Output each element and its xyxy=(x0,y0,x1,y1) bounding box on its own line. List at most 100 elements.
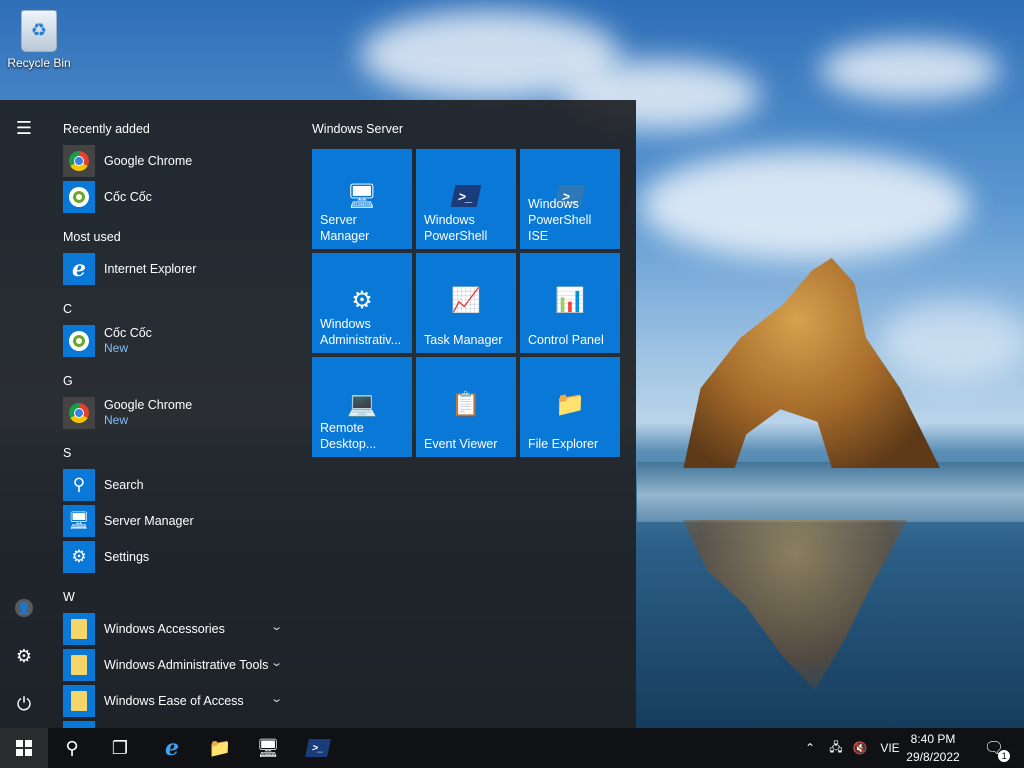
folder-icon xyxy=(63,721,95,728)
taskbar: ⚲ ❐ e 📁 🖥 >_ ⌃ 🖧 🔇 VIE 8:40 PM 29/8/2022… xyxy=(0,728,1024,768)
search-icon: ⚲ xyxy=(65,737,79,758)
language-label: VIE xyxy=(880,741,900,755)
user-account-button[interactable]: 👤 xyxy=(0,588,48,628)
folder-windows-ease-of-access[interactable]: Windows Ease of Access ⌄ xyxy=(63,684,293,718)
start-rail: ☰ 👤 ⚙ ⏻ xyxy=(0,100,48,728)
folder-icon xyxy=(63,649,95,681)
folder-icon: 📁 xyxy=(555,390,585,418)
folder-icon xyxy=(63,685,95,717)
expand-menu-button[interactable]: ☰ xyxy=(0,108,48,148)
chrome-icon xyxy=(63,145,95,177)
server-manager-icon: 🖥 xyxy=(256,737,280,758)
app-label: Cốc Cốc xyxy=(104,326,152,340)
tile-event-viewer[interactable]: 📋 Event Viewer xyxy=(416,357,516,457)
recycle-bin-label: Recycle Bin xyxy=(7,56,71,70)
tile-windows-administrative-tools[interactable]: ⚙ Windows Administrativ... xyxy=(312,253,412,353)
tile-label: Remote Desktop... xyxy=(320,421,377,451)
notification-icon: 🗨 1 xyxy=(984,738,1011,762)
chevron-up-icon: ⌃ xyxy=(804,741,816,755)
tile-remote-desktop[interactable]: 💻 Remote Desktop... xyxy=(312,357,412,457)
section-header-c[interactable]: C xyxy=(63,302,72,316)
start-menu: ☰ 👤 ⚙ ⏻ Recently added Google Chrome Cốc… xyxy=(0,100,636,728)
search-icon: ⚲ xyxy=(63,469,95,501)
tile-label: Event Viewer xyxy=(424,437,498,451)
app-google-chrome-recent[interactable]: Google Chrome xyxy=(63,144,293,178)
task-view-button[interactable]: ❐ xyxy=(96,728,144,768)
server-manager-icon: 🖥 xyxy=(63,505,95,537)
coccoc-icon xyxy=(63,181,95,213)
task-view-icon: ❐ xyxy=(111,737,129,758)
taskbar-server-manager[interactable]: 🖥 xyxy=(244,728,292,768)
clock-time: 8:40 PM xyxy=(910,732,956,746)
clock-date: 29/8/2022 xyxy=(906,750,960,764)
tile-file-explorer[interactable]: 📁 File Explorer xyxy=(520,357,620,457)
app-server-manager[interactable]: 🖥 Server Manager xyxy=(63,504,293,538)
tile-label: Server Manager xyxy=(320,213,370,243)
clock-button[interactable]: 8:40 PM 29/8/2022 xyxy=(898,730,968,766)
section-header-w[interactable]: W xyxy=(63,590,75,604)
volume-button[interactable]: 🔇 xyxy=(848,728,872,768)
admin-tools-icon: ⚙ xyxy=(351,286,373,314)
app-search[interactable]: ⚲ Search xyxy=(63,468,293,502)
volume-muted-icon: 🔇 xyxy=(852,741,868,755)
taskbar-powershell[interactable]: >_ xyxy=(294,728,342,768)
app-list: Recently added Google Chrome Cốc Cốc Mos… xyxy=(48,100,300,728)
powershell-icon: >_ xyxy=(448,179,484,213)
section-header-recently-added: Recently added xyxy=(63,122,150,136)
new-badge: New xyxy=(104,413,129,427)
folder-icon xyxy=(63,613,95,645)
app-internet-explorer[interactable]: e Internet Explorer xyxy=(63,252,293,286)
notification-count-badge: 1 xyxy=(998,750,1011,762)
network-button[interactable]: 🖧 xyxy=(824,728,848,768)
windows-logo-icon xyxy=(16,740,32,756)
tile-label: Control Panel xyxy=(528,333,604,347)
app-google-chrome[interactable]: Google Chrome New xyxy=(63,396,293,430)
settings-button[interactable]: ⚙ xyxy=(0,636,48,676)
control-panel-icon: 📊 xyxy=(555,286,585,314)
tiles-panel: Windows Server 🖥 Server Manager >_ Windo… xyxy=(312,100,632,728)
start-button[interactable] xyxy=(0,728,48,768)
app-coccoc[interactable]: Cốc Cốc New xyxy=(63,324,293,358)
taskbar-file-explorer[interactable]: 📁 xyxy=(196,728,244,768)
folder-windows-administrative-tools[interactable]: Windows Administrative Tools ⌄ xyxy=(63,648,293,682)
user-icon: 👤 xyxy=(15,599,33,617)
show-hidden-icons-button[interactable]: ⌃ xyxy=(800,728,820,768)
app-settings[interactable]: ⚙ Settings xyxy=(63,540,293,574)
power-icon: ⏻ xyxy=(16,693,32,714)
tile-task-manager[interactable]: 📈 Task Manager xyxy=(416,253,516,353)
app-label: Google Chrome xyxy=(104,398,193,412)
app-label: Internet Explorer xyxy=(104,261,197,276)
taskbar-internet-explorer[interactable]: e xyxy=(148,728,196,768)
tile-windows-powershell[interactable]: >_ Windows PowerShell xyxy=(416,149,516,249)
app-label: Settings xyxy=(104,549,150,564)
section-header-s[interactable]: S xyxy=(63,446,71,460)
coccoc-icon xyxy=(63,325,95,357)
app-label: Windows Accessories xyxy=(104,621,225,636)
chevron-down-icon[interactable]: ⌄ xyxy=(270,620,283,633)
chevron-down-icon[interactable]: ⌄ xyxy=(270,692,283,705)
section-header-g[interactable]: G xyxy=(63,374,73,388)
new-badge: New xyxy=(104,341,129,355)
app-coccoc-recent[interactable]: Cốc Cốc xyxy=(63,180,293,214)
chevron-down-icon[interactable]: ⌄ xyxy=(270,656,283,669)
gear-icon: ⚙ xyxy=(15,645,33,666)
power-button[interactable]: ⏻ xyxy=(0,684,48,724)
tile-label: Windows Administrativ... xyxy=(320,317,402,347)
gear-icon: ⚙ xyxy=(63,541,95,573)
app-label: Search xyxy=(104,477,144,492)
tile-windows-powershell-ise[interactable]: >_ Windows PowerShell ISE xyxy=(520,149,620,249)
file-explorer-icon: 📁 xyxy=(208,737,232,758)
tile-group-title: Windows Server xyxy=(312,122,403,136)
recycle-bin[interactable]: Recycle Bin xyxy=(6,8,72,70)
tile-server-manager[interactable]: 🖥 Server Manager xyxy=(312,149,412,249)
app-label: Server Manager xyxy=(104,513,194,528)
task-manager-icon: 📈 xyxy=(451,286,481,314)
action-center-button[interactable]: 🗨 1 xyxy=(976,728,1012,768)
taskbar-search-button[interactable]: ⚲ xyxy=(48,728,96,768)
remote-desktop-icon: 💻 xyxy=(347,390,377,418)
network-icon: 🖧 xyxy=(829,739,843,754)
folder-windows-accessories[interactable]: Windows Accessories ⌄ xyxy=(63,612,293,646)
app-list-next-item[interactable] xyxy=(63,720,293,728)
app-label: Cốc Cốc xyxy=(104,189,152,204)
tile-control-panel[interactable]: 📊 Control Panel xyxy=(520,253,620,353)
